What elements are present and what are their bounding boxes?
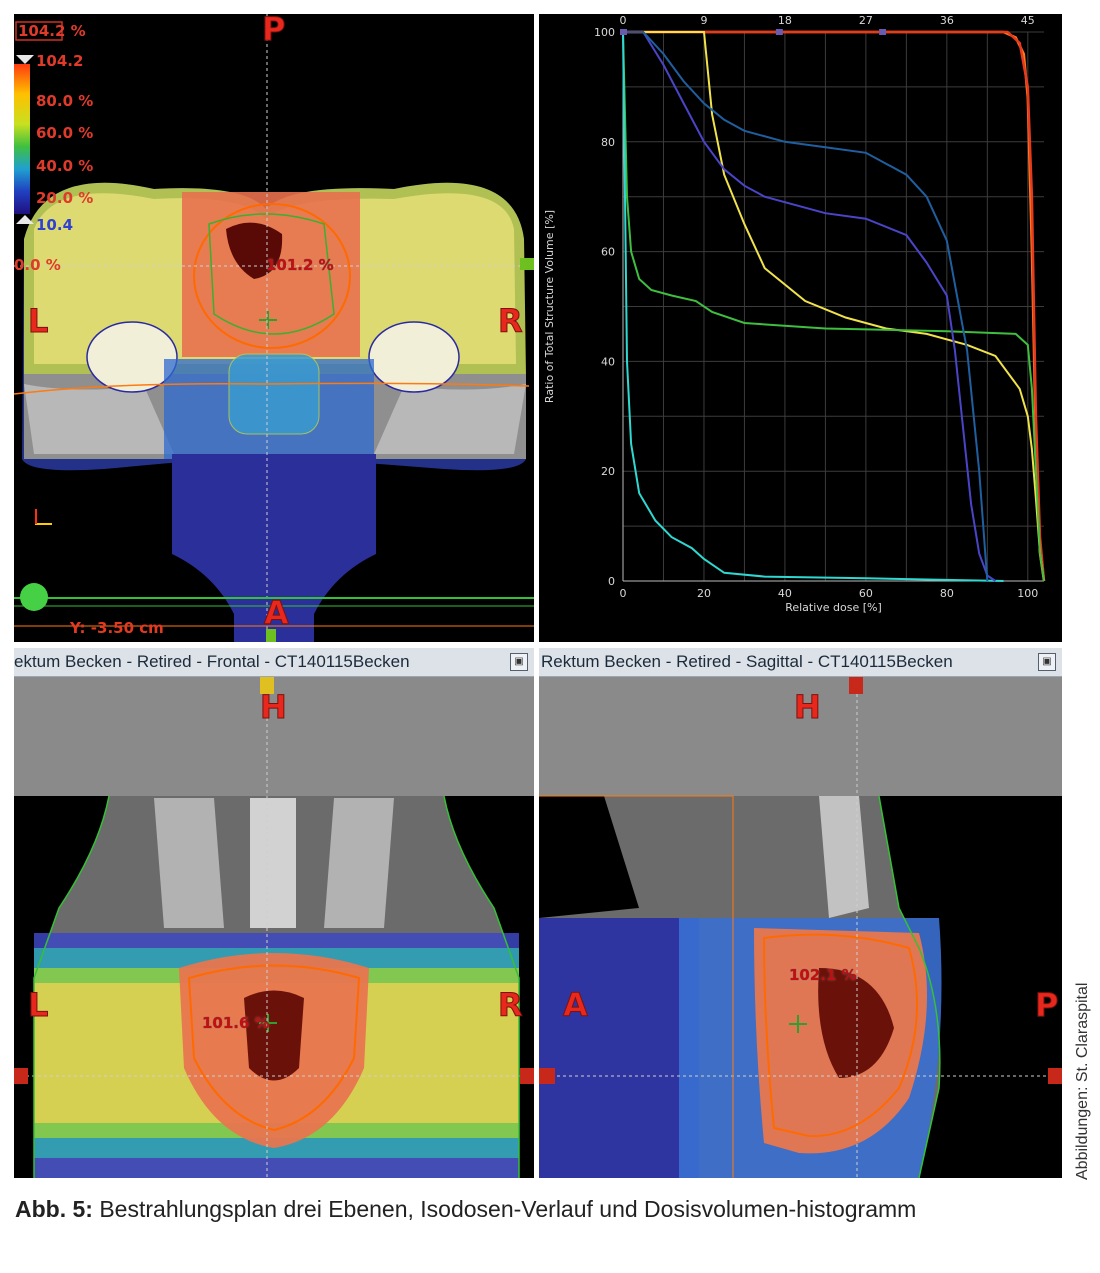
frontal-view-panel[interactable]: ektum Becken - Retired - Frontal - CT140… — [14, 648, 534, 1178]
sagittal-title: Rektum Becken - Retired - Sagittal - CT1… — [541, 652, 953, 671]
legend-level-20: 20.0 % — [36, 189, 94, 207]
frontal-ct-image — [14, 676, 534, 1178]
min-marker-icon[interactable] — [16, 215, 34, 224]
legend-cursor-value: 0.0 % — [14, 256, 61, 274]
legend-level-60: 60.0 % — [36, 124, 94, 142]
dvh-chart: 0 20 40 60 80 100 0 20 40 60 80 100 0 9 18 27 36 45 Relati… — [543, 14, 1046, 614]
y-axis-label: Ratio of Total Structure Volume [%] — [543, 210, 556, 403]
frontal-orientation-left: L — [27, 986, 49, 1025]
axial-view-panel[interactable]: 104.2 % 104.2 80.0 % 60.0 % 40.0 % 20.0 … — [14, 14, 534, 642]
dvh-marker — [775, 29, 783, 35]
caption-text: Bestrahlungsplan drei Ebenen, Isodosen-V… — [92, 1196, 917, 1222]
x-tick-label: 100 — [1017, 587, 1038, 600]
top-tick-label: 45 — [1021, 14, 1035, 27]
frontal-maximize-button[interactable]: ▣ — [510, 653, 528, 671]
y-tick-label: 20 — [601, 465, 615, 478]
frontal-titlebar[interactable]: ektum Becken - Retired - Frontal - CT140… — [14, 648, 534, 677]
y-tick-label: 40 — [601, 355, 615, 368]
caption-prefix: Abb. 5: — [15, 1196, 93, 1222]
top-tick-label: 27 — [859, 14, 873, 27]
legend-level-40: 40.0 % — [36, 157, 94, 175]
axial-dose-label: 101.2 % — [266, 256, 334, 274]
x-axis-label: Relative dose [%] — [785, 601, 882, 614]
zoom-slider-handle-icon[interactable] — [20, 583, 48, 611]
top-tick-label: 0 — [620, 14, 627, 27]
y-coordinate-readout: Y: -3.50 cm — [70, 619, 164, 637]
x-tick-label: 40 — [778, 587, 792, 600]
frontal-title: ektum Becken - Retired - Frontal - CT140… — [14, 652, 410, 671]
sagittal-maximize-button[interactable]: ▣ — [1038, 653, 1056, 671]
max-marker-icon[interactable] — [16, 55, 34, 64]
dvh-chart-panel[interactable]: 0 20 40 60 80 100 0 20 40 60 80 100 0 9 18 27 36 45 Relati… — [539, 14, 1062, 642]
sagittal-orientation-left: A — [563, 986, 589, 1025]
legend-level-80: 80.0 % — [36, 92, 94, 110]
femoral-head-right — [368, 321, 460, 393]
orientation-top-label: P — [261, 14, 286, 49]
frontal-dose-label: 101.6 % — [202, 1014, 270, 1032]
isodose-color-scale — [14, 64, 30, 214]
x-tick-label: 60 — [859, 587, 873, 600]
dvh-marker — [620, 29, 627, 35]
frontal-orientation-right: R — [498, 986, 524, 1025]
sagittal-ct-image — [539, 676, 1062, 1178]
sagittal-titlebar[interactable]: Rektum Becken - Retired - Sagittal - CT1… — [539, 648, 1062, 677]
sagittal-orientation-right: P — [1034, 986, 1059, 1025]
y-tick-label: 60 — [601, 246, 615, 259]
sagittal-view-panel[interactable]: Rektum Becken - Retired - Sagittal - CT1… — [539, 648, 1062, 1178]
dvh-marker — [879, 29, 887, 35]
orientation-left-label: L — [27, 302, 49, 341]
top-tick-label: 18 — [778, 14, 792, 27]
legend-max-marker-value: 104.2 — [36, 52, 84, 70]
high-dose-region — [182, 192, 360, 357]
y-tick-label: 0 — [608, 575, 615, 588]
legend-min-marker-value: 10.4 — [36, 216, 74, 234]
femoral-head-left — [86, 321, 178, 393]
image-credit: Abbildungen: St. Claraspital — [1074, 982, 1091, 1180]
orientation-bottom-label: A — [264, 594, 290, 633]
y-tick-label: 80 — [601, 136, 615, 149]
sagittal-dose-label: 102.1 % — [789, 966, 857, 984]
orientation-right-label: R — [498, 302, 524, 341]
axis-indicator-icon — [35, 509, 52, 525]
top-tick-label: 9 — [700, 14, 707, 27]
sagittal-orientation-top: H — [794, 688, 822, 727]
frontal-orientation-top: H — [260, 688, 288, 727]
y-tick-label: 100 — [594, 26, 615, 39]
x-tick-label: 80 — [940, 587, 954, 600]
x-tick-label: 20 — [697, 587, 711, 600]
legend-max-value: 104.2 % — [18, 22, 86, 40]
x-tick-label: 0 — [620, 587, 627, 600]
top-tick-label: 36 — [940, 14, 954, 27]
figure-caption: Abb. 5: Bestrahlungsplan drei Ebenen, Is… — [15, 1192, 1055, 1226]
